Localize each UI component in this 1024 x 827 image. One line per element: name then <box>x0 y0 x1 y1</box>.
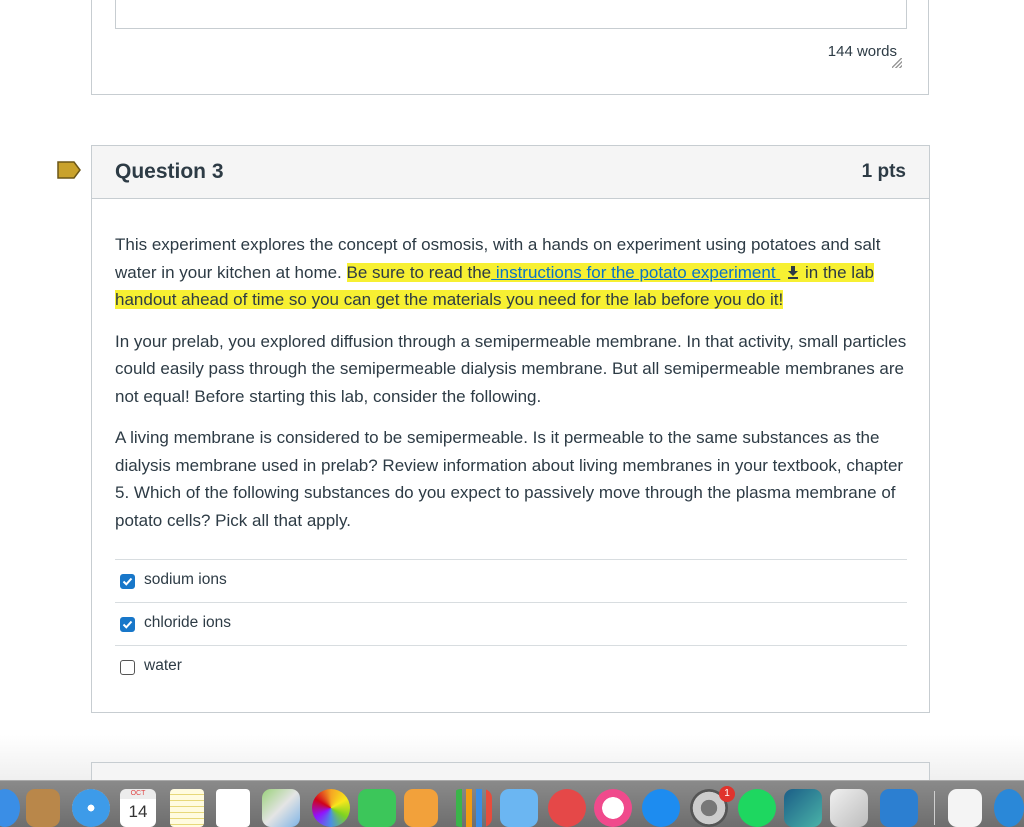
notes-icon[interactable] <box>170 789 204 827</box>
textedit-icon[interactable] <box>948 789 982 827</box>
word-count: 144 words <box>827 43 897 60</box>
question-text: This experiment explores the concept of … <box>115 231 907 548</box>
dock-separator <box>934 791 935 825</box>
answer-option[interactable]: chloride ions <box>115 602 907 645</box>
essay-textarea[interactable] <box>115 0 907 29</box>
xcode-icon[interactable] <box>880 789 918 827</box>
download-icon[interactable] <box>786 265 800 279</box>
checkbox-checked[interactable] <box>120 574 135 589</box>
pages-icon[interactable] <box>404 789 438 827</box>
spotify-icon[interactable] <box>738 789 776 827</box>
preview-icon[interactable] <box>784 789 822 827</box>
news-icon[interactable] <box>548 789 586 827</box>
question-title: Question 3 <box>115 160 224 183</box>
answer-label[interactable]: chloride ions <box>144 614 231 632</box>
numbers-icon[interactable] <box>452 789 492 827</box>
checkbox-unchecked[interactable] <box>120 660 135 675</box>
notification-badge: 1 <box>719 786 735 802</box>
calendar-day: 14 <box>120 799 156 827</box>
app-store-icon[interactable] <box>642 789 680 827</box>
question-header: Question 3 1 pts <box>92 146 929 199</box>
finder-icon[interactable] <box>830 789 868 827</box>
facetime-icon[interactable] <box>358 789 396 827</box>
downloads-icon[interactable] <box>994 789 1024 827</box>
reminders-icon[interactable] <box>216 789 250 827</box>
maps-icon[interactable] <box>262 789 300 827</box>
answer-label[interactable]: water <box>144 657 182 675</box>
instructions-link[interactable]: instructions for the potato experiment <box>491 263 780 282</box>
question-paragraph-3: A living membrane is considered to be se… <box>115 428 904 530</box>
answer-list: sodium ions chloride ions water <box>115 559 907 688</box>
checkbox-checked[interactable] <box>120 617 135 632</box>
calendar-icon[interactable]: OCT 14 <box>120 789 156 827</box>
calendar-month: OCT <box>120 789 156 799</box>
answer-label[interactable]: sodium ions <box>144 571 227 589</box>
resize-grip-icon[interactable] <box>892 58 902 68</box>
question-paragraph-1: This experiment explores the concept of … <box>115 231 907 314</box>
question-points: 1 pts <box>861 161 906 182</box>
highlight-start: Be sure to read the <box>346 262 492 282</box>
answer-option[interactable]: water <box>115 645 907 688</box>
macos-dock: OCT 14 <box>0 780 1024 827</box>
question-paragraph-2: In your prelab, you explored diffusion t… <box>115 331 907 406</box>
question-card: Question 3 1 pts This experiment explore… <box>91 145 930 713</box>
photos-icon[interactable] <box>312 789 350 827</box>
flag-icon[interactable] <box>57 161 81 179</box>
messages-icon[interactable] <box>0 789 20 827</box>
contacts-icon[interactable] <box>26 789 60 827</box>
previous-question-box: 144 words <box>91 0 929 95</box>
keynote-icon[interactable] <box>500 789 538 827</box>
answer-option[interactable]: sodium ions <box>115 559 907 602</box>
music-icon[interactable] <box>594 789 632 827</box>
safari-icon[interactable] <box>72 789 110 827</box>
